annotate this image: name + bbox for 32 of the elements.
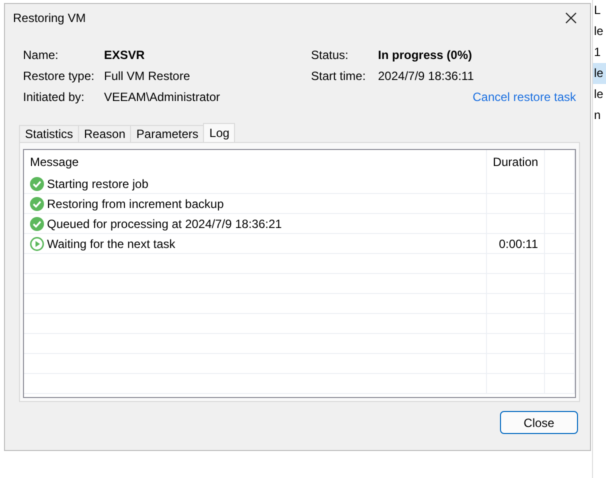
duration-value: 0:00:11 — [498, 236, 538, 250]
field-label: Initiated by: — [23, 89, 86, 106]
tab[interactable]: Statistics — [19, 125, 80, 142]
field-value: Full VM Restore — [104, 68, 190, 85]
list-item: 1 — [593, 44, 602, 61]
list-item: n — [593, 107, 602, 124]
check-icon — [30, 176, 44, 190]
field-label: Name: — [23, 47, 60, 64]
column-header: Duration — [487, 150, 545, 174]
field-value: 2024/7/9 18:36:11 — [378, 68, 474, 85]
check-icon — [30, 196, 44, 210]
list-item: le — [593, 63, 606, 84]
field-label: Restore type: — [23, 68, 96, 85]
log-message: Queued for processing at 2024/7/9 18:36:21 — [47, 216, 282, 230]
list-item: le — [593, 86, 604, 103]
play-icon — [30, 236, 44, 250]
field-label: Start time: — [311, 68, 367, 85]
list-item: L — [593, 2, 602, 19]
list-item: le — [593, 23, 604, 40]
field-label: Status: — [311, 47, 350, 64]
column-header: Message — [24, 150, 487, 174]
field-value: EXSVR — [104, 47, 145, 64]
cancel-link[interactable]: Cancel restore task — [472, 87, 576, 108]
check-icon — [30, 216, 44, 230]
window-title: Restoring VM — [13, 11, 86, 25]
log-message: Waiting for the next task — [47, 236, 176, 250]
field-value: In progress (0%) — [378, 47, 472, 64]
log-message: Starting restore job — [47, 176, 148, 190]
log-message: Restoring from increment backup — [47, 196, 224, 210]
close-button[interactable]: Close — [500, 411, 578, 434]
field-value: VEEAM\Administrator — [104, 89, 220, 106]
tab[interactable]: Log — [203, 123, 236, 142]
